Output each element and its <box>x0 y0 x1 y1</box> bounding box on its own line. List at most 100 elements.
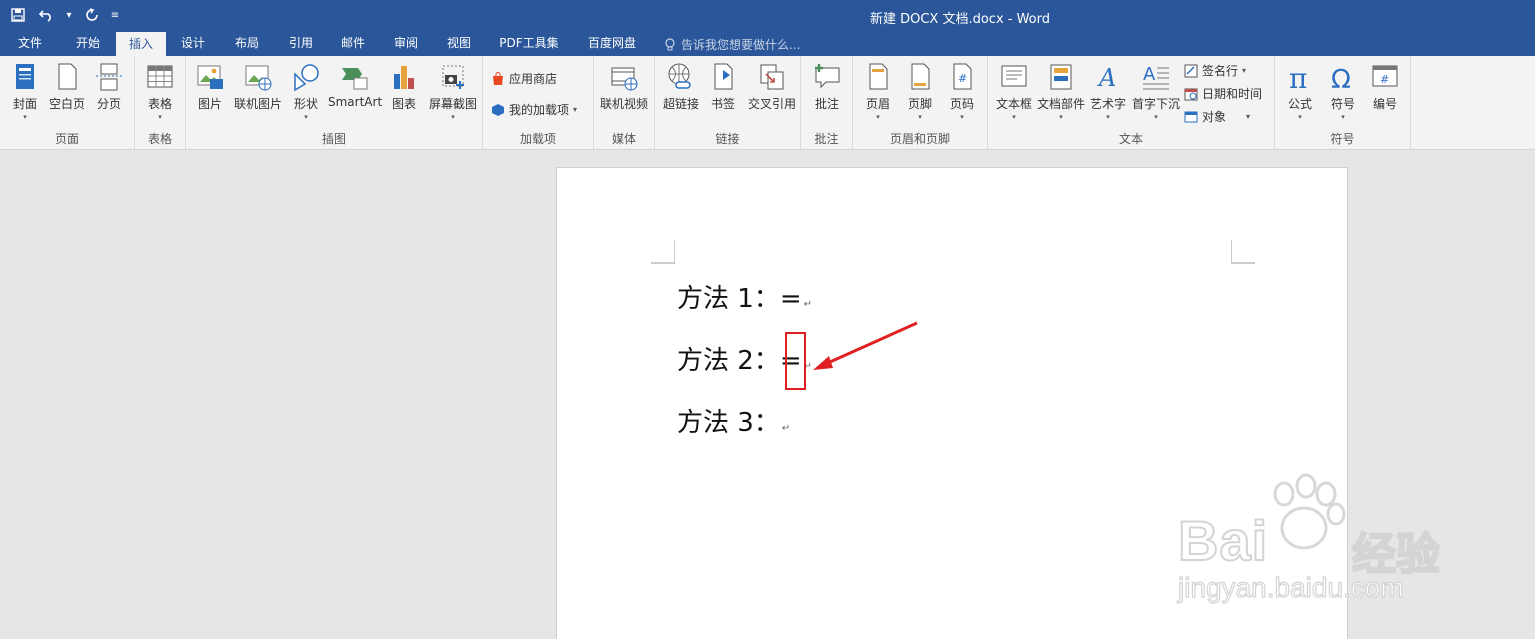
pictures-button[interactable]: 图片 <box>188 62 232 112</box>
group-pages: 封面 ▾ 空白页 分页 页面 <box>0 56 135 150</box>
group-addins: 应用商店 我的加载项 ▾ 加载项 <box>483 56 594 150</box>
margin-corner-top-right <box>1231 240 1255 264</box>
cross-reference-icon <box>760 64 784 90</box>
shapes-button[interactable]: 形状 ▾ <box>284 62 328 121</box>
tab-view[interactable]: 视图 <box>436 32 482 56</box>
smartart-button[interactable]: SmartArt <box>328 62 382 109</box>
equation-button[interactable]: π 公式 ▾ <box>1278 62 1322 121</box>
group-text-label: 文本 <box>1118 132 1143 146</box>
svg-text:A: A <box>1097 64 1116 92</box>
hyperlink-button[interactable]: 超链接 <box>659 62 703 112</box>
tab-mailings[interactable]: 邮件 <box>330 32 376 56</box>
tab-layout[interactable]: 布局 <box>224 32 270 56</box>
numbering-button[interactable]: # 编号 <box>1363 62 1407 112</box>
svg-text:A: A <box>1143 64 1156 85</box>
group-media: 联机视频 媒体 <box>594 56 655 150</box>
annotation-arrow <box>813 321 918 370</box>
tab-review[interactable]: 审阅 <box>383 32 429 56</box>
page-number-icon: # <box>953 63 972 90</box>
document-line-3[interactable]: 方法 3： ↵ <box>677 402 790 439</box>
screenshot-icon <box>442 65 464 89</box>
page-break-button[interactable]: 分页 <box>87 62 131 112</box>
chart-button[interactable]: 图表 <box>382 62 426 112</box>
bookmark-button[interactable]: 书签 <box>701 62 745 112</box>
header-button[interactable]: 页眉 ▾ <box>856 62 900 121</box>
tab-references[interactable]: 引用 <box>278 32 324 56</box>
text-box-button[interactable]: 文本框 ▾ <box>992 62 1036 121</box>
group-addins-label: 加载项 <box>519 132 556 146</box>
comment-button[interactable]: 批注 <box>805 62 849 112</box>
signature-line-button[interactable]: 签名行 ▾ <box>1184 62 1246 79</box>
watermark-url: jingyan.baidu.com <box>1177 571 1404 603</box>
object-button[interactable]: 对象 ▾ <box>1184 108 1250 125</box>
blank-page-button[interactable]: 空白页 <box>45 62 89 112</box>
svg-text:#: # <box>958 72 967 85</box>
store-icon <box>493 71 503 85</box>
calendar-icon <box>1184 88 1198 100</box>
blank-page-icon <box>58 63 77 90</box>
quick-parts-button[interactable]: 文档部件 ▾ <box>1036 62 1086 121</box>
group-text: 文本框 ▾ 文档部件 ▾ A 艺术字 ▾ A 首字下沉 ▾ 签名行 ▾ 日期和时间 对象 ▾… <box>988 56 1275 150</box>
cover-button[interactable]: 封面 ▾ <box>3 62 47 121</box>
omega-icon: Ω <box>1331 65 1351 92</box>
pi-icon: π <box>1289 62 1307 92</box>
object-icon <box>1184 111 1198 122</box>
text-box-icon <box>1001 65 1027 87</box>
group-tables-label: 表格 <box>147 132 172 146</box>
line-label: 方法 3： <box>677 408 780 438</box>
title-bar: ▾ ≡ 新建 DOCX 文档.docx - Word <box>0 0 1535 32</box>
page-break-icon <box>96 63 122 91</box>
line-label: 方法 2： <box>677 346 780 376</box>
margin-corner-top-left <box>651 240 675 264</box>
tab-file[interactable]: 文件 <box>8 32 52 56</box>
tab-insert[interactable]: 插入 <box>116 32 166 56</box>
baidu-watermark: Bai 经验 jingyan.baidu.com <box>1177 472 1458 612</box>
tab-pdf-tools[interactable]: PDF工具集 <box>493 32 565 56</box>
table-button[interactable]: 表格 ▾ <box>138 62 182 121</box>
numbering-icon: # <box>1372 65 1398 87</box>
tell-me-box[interactable]: 告诉我您想要做什么... <box>664 36 800 53</box>
highlight-box <box>785 332 806 390</box>
group-symbols-label: 符号 <box>1330 132 1355 146</box>
group-links: 超链接 书签 交叉引用 链接 <box>655 56 801 150</box>
date-time-button[interactable]: 日期和时间 <box>1184 85 1262 102</box>
shapes-icon <box>294 64 319 92</box>
hyperlink-icon <box>668 63 691 89</box>
wordart-button[interactable]: A 艺术字 ▾ <box>1086 62 1130 121</box>
page-number-button[interactable]: # 页码 ▾ <box>940 62 984 121</box>
group-pages-label: 页面 <box>54 132 79 146</box>
online-pictures-button[interactable]: 联机图片 <box>232 62 284 112</box>
group-header-footer: 页眉 ▾ 页脚 ▾ # 页码 ▾ 页眉和页脚 <box>853 56 988 150</box>
signature-icon <box>1184 64 1198 77</box>
addins-icon <box>492 103 504 116</box>
group-illustrations-label: 插图 <box>321 132 346 146</box>
video-icon <box>611 67 638 91</box>
ribbon-tab-bar: 文件 开始 插入 设计 布局 引用 邮件 审阅 视图 PDF工具集 百度网盘 告… <box>0 32 1535 56</box>
online-picture-icon <box>245 65 272 91</box>
cross-reference-button[interactable]: 交叉引用 <box>745 62 799 112</box>
group-comments: 批注 批注 <box>801 56 853 150</box>
store-button[interactable]: 应用商店 <box>491 70 557 87</box>
footer-button[interactable]: 页脚 ▾ <box>898 62 942 121</box>
tab-home[interactable]: 开始 <box>64 32 112 56</box>
svg-text:Ω: Ω <box>1331 65 1351 92</box>
my-addins-button[interactable]: 我的加载项 ▾ <box>491 101 577 118</box>
smartart-icon <box>342 68 368 90</box>
drop-cap-button[interactable]: A 首字下沉 ▾ <box>1130 62 1182 121</box>
online-video-button[interactable]: 联机视频 <box>597 62 651 112</box>
header-icon <box>869 63 888 90</box>
drop-cap-icon: A <box>1143 64 1169 90</box>
equation-value[interactable]: = <box>780 284 802 314</box>
window-title: 新建 DOCX 文档.docx - Word <box>869 12 1051 27</box>
document-line-1[interactable]: 方法 1：= ↵ <box>677 278 812 315</box>
screenshot-button[interactable]: 屏幕截图 ▾ <box>426 62 480 121</box>
tab-design[interactable]: 设计 <box>170 32 216 56</box>
group-header-footer-label: 页眉和页脚 <box>889 132 950 146</box>
paragraph-mark: ↵ <box>803 299 812 310</box>
tab-baidu-netdisk[interactable]: 百度网盘 <box>578 32 646 56</box>
symbol-button[interactable]: Ω 符号 ▾ <box>1321 62 1365 121</box>
tell-me-text: 告诉我您想要做什么... <box>681 38 801 52</box>
comment-icon <box>815 64 840 89</box>
footer-icon <box>911 63 930 90</box>
chart-icon <box>394 66 414 89</box>
